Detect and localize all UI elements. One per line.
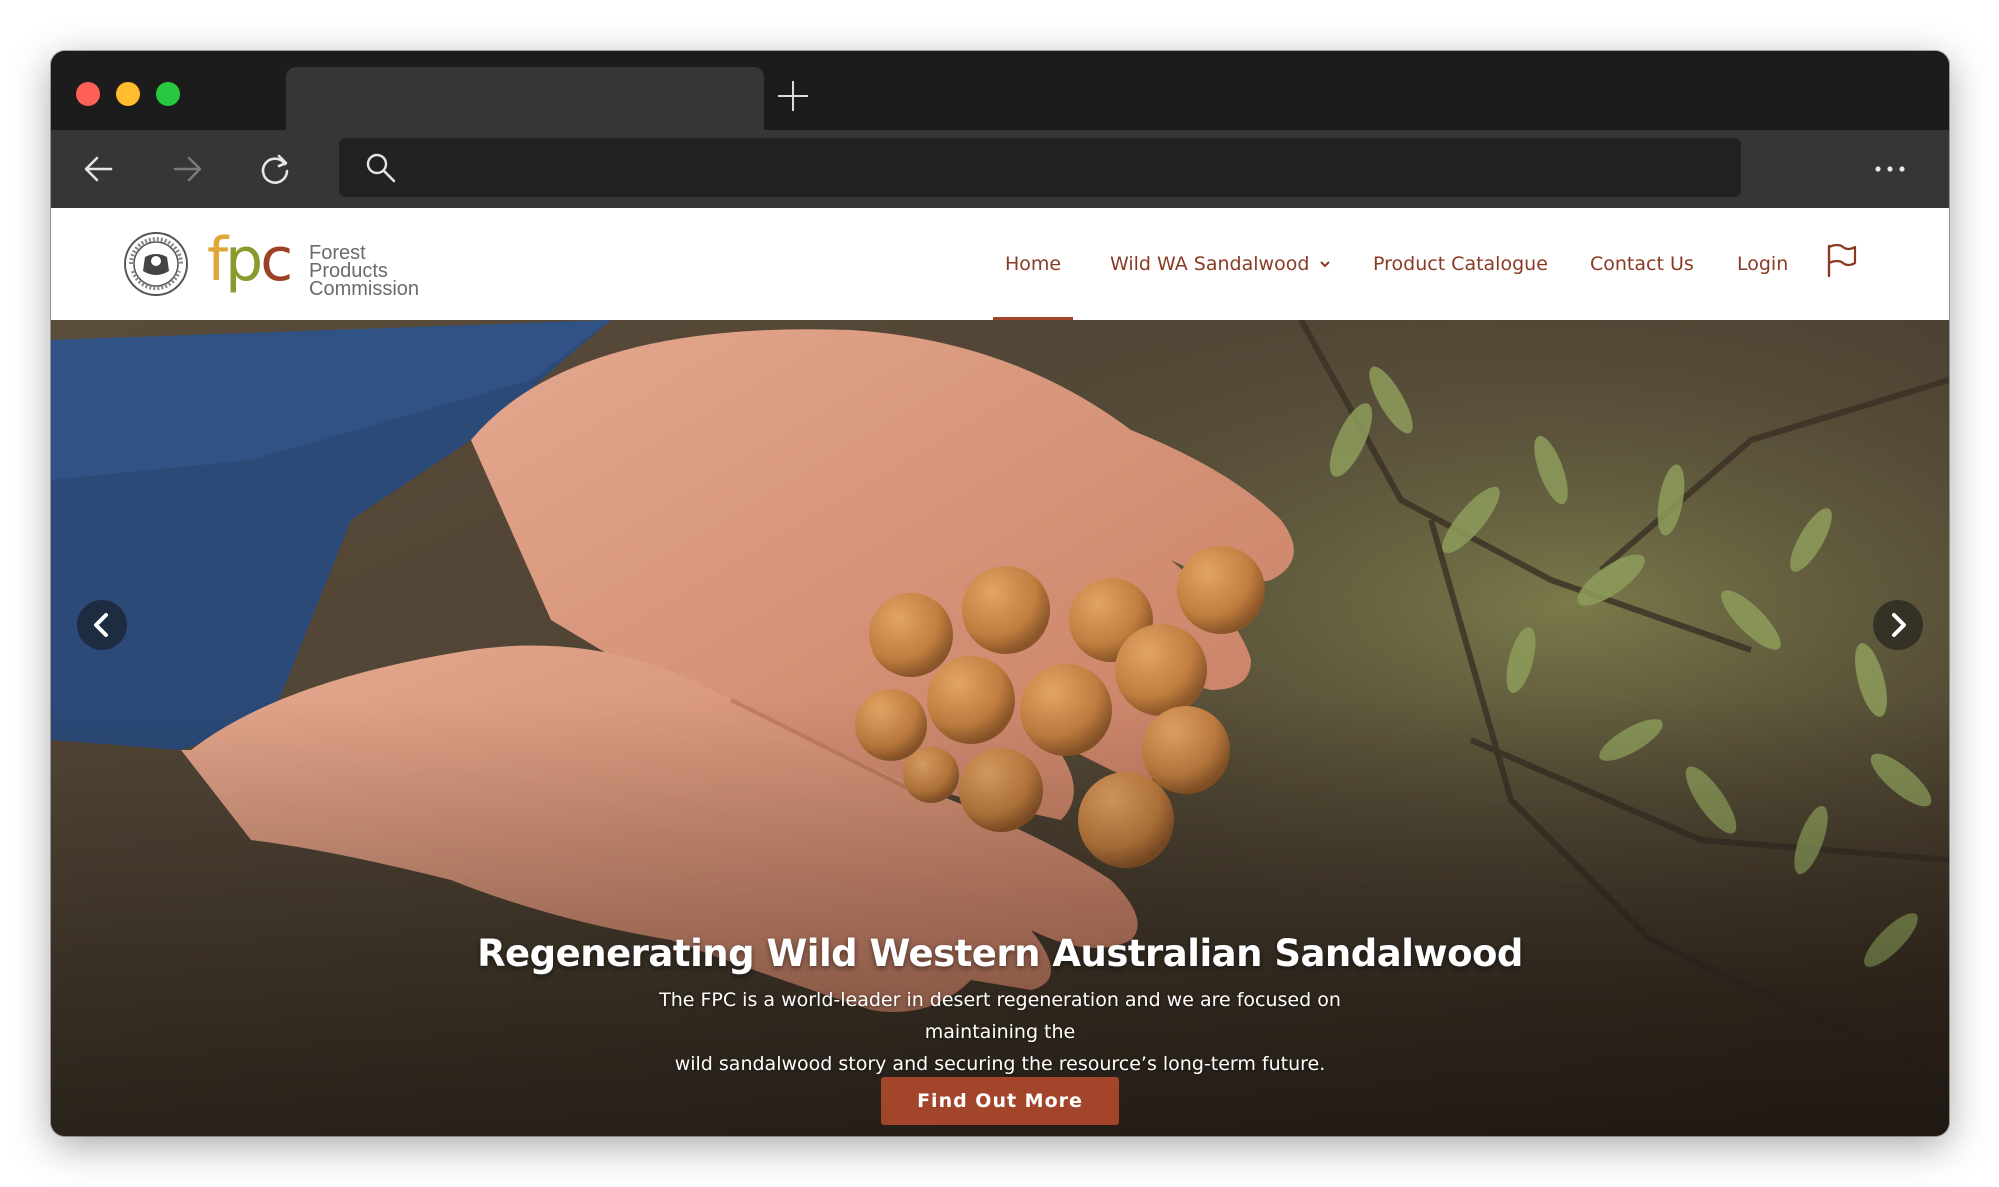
search-icon bbox=[366, 153, 396, 183]
title-bar bbox=[51, 51, 1949, 130]
site-header: fpc Forest Products Commission Home Wild… bbox=[51, 208, 1949, 320]
chevron-down-icon bbox=[1320, 261, 1331, 268]
close-window-button[interactable] bbox=[76, 82, 100, 106]
forward-arrow-icon[interactable] bbox=[165, 147, 209, 191]
find-out-more-button[interactable]: Find Out More bbox=[881, 1077, 1119, 1125]
hero-subtitle-line1: The FPC is a world-leader in desert rege… bbox=[659, 989, 1341, 1043]
minimize-window-button[interactable] bbox=[116, 82, 140, 106]
browser-toolbar bbox=[51, 130, 1949, 208]
hero-title: Regenerating Wild Western Australian San… bbox=[477, 932, 1523, 975]
maximize-window-button[interactable] bbox=[156, 82, 180, 106]
site-logo[interactable]: fpc Forest Products Commission bbox=[123, 225, 443, 302]
organisation-name-line1: Forest Products bbox=[309, 242, 388, 282]
back-arrow-icon[interactable] bbox=[77, 147, 121, 191]
address-bar[interactable] bbox=[339, 138, 1741, 197]
nav-login[interactable]: Login bbox=[1737, 208, 1788, 320]
browser-tab[interactable] bbox=[286, 67, 764, 130]
reload-icon[interactable] bbox=[253, 147, 297, 191]
government-seal-icon bbox=[124, 232, 188, 296]
hero-subtitle: The FPC is a world-leader in desert rege… bbox=[600, 984, 1400, 1080]
carousel-prev-button[interactable] bbox=[77, 600, 127, 650]
nav-product-catalogue[interactable]: Product Catalogue bbox=[1373, 208, 1548, 320]
browser-window: fpc Forest Products Commission Home Wild… bbox=[51, 51, 1949, 1136]
organisation-name-line2: Commission bbox=[309, 278, 420, 300]
nav-home[interactable]: Home bbox=[992, 208, 1074, 320]
more-icon[interactable] bbox=[1870, 156, 1910, 182]
organisation-name: Forest Products Commission bbox=[309, 242, 443, 300]
nav-wild-wa-sandalwood[interactable]: Wild WA Sandalwood bbox=[1110, 208, 1331, 320]
fpc-wordmark: fpc bbox=[207, 225, 293, 295]
hero-subtitle-line2: wild sandalwood story and securing the r… bbox=[674, 1053, 1326, 1075]
chevron-left-icon bbox=[94, 613, 108, 637]
nav-contact-us[interactable]: Contact Us bbox=[1590, 208, 1694, 320]
flag-icon[interactable] bbox=[1824, 242, 1858, 278]
new-tab-icon[interactable] bbox=[776, 79, 810, 113]
hero-carousel: Regenerating Wild Western Australian San… bbox=[51, 320, 1949, 1136]
address-input[interactable] bbox=[411, 148, 1711, 188]
carousel-next-button[interactable] bbox=[1873, 600, 1923, 650]
nav-wild-wa-sandalwood-label: Wild WA Sandalwood bbox=[1110, 253, 1310, 275]
chevron-right-icon bbox=[1892, 613, 1906, 637]
